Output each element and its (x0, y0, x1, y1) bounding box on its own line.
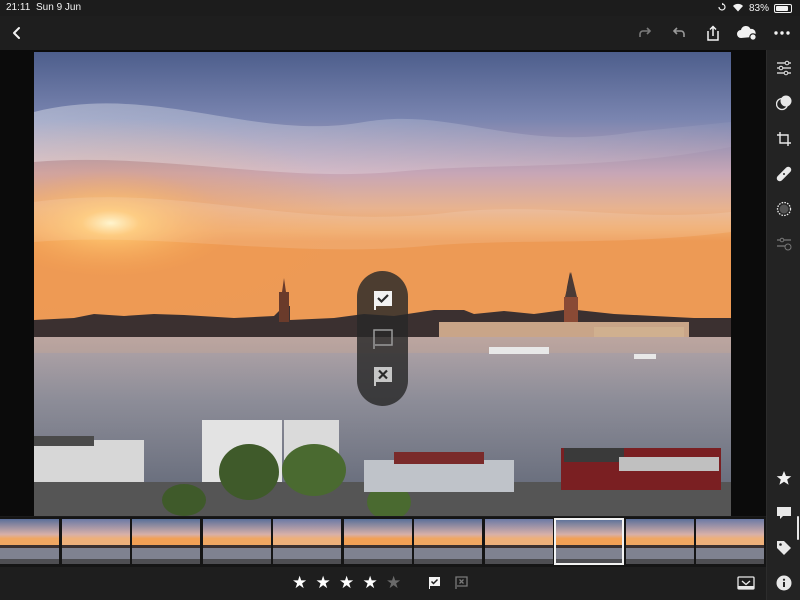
share-icon[interactable] (702, 22, 724, 44)
rating-star-icon[interactable] (773, 467, 795, 489)
star-3-icon[interactable]: ★ (339, 574, 354, 591)
wifi-icon (732, 3, 744, 15)
filmstrip (0, 517, 766, 567)
filmstrip-thumb[interactable] (484, 519, 553, 564)
undo-icon[interactable] (668, 22, 690, 44)
battery-percent: 83% (748, 3, 769, 14)
active-tool-indicator (797, 516, 799, 540)
star-1-icon[interactable]: ★ (292, 574, 307, 591)
filmstrip-thumb[interactable] (61, 519, 130, 564)
bottom-toolbar: ★ ★ ★ ★ ★ (0, 567, 766, 600)
comment-icon[interactable] (773, 502, 795, 524)
crop-icon[interactable] (773, 128, 795, 150)
filmstrip-thumb[interactable] (132, 519, 200, 564)
status-date: Sun 9 Jun (36, 2, 82, 13)
tag-icon[interactable] (773, 537, 795, 559)
filmstrip-toggle-icon[interactable] (737, 575, 755, 591)
filmstrip-thumb[interactable] (414, 519, 482, 564)
redo-icon[interactable] (634, 22, 656, 44)
status-time: 21:11 (6, 2, 31, 13)
photo-viewer[interactable] (0, 50, 766, 516)
orientation-lock-icon (717, 2, 727, 15)
star-4-icon[interactable]: ★ (363, 574, 378, 591)
unflag-icon[interactable] (370, 326, 395, 351)
edit-sliders-icon[interactable] (773, 57, 795, 79)
pick-flag-icon[interactable] (426, 575, 442, 591)
status-bar: 21:11 Sun 9 Jun 83% (0, 0, 800, 16)
more-icon[interactable] (771, 22, 793, 44)
back-icon[interactable] (6, 22, 28, 44)
versions-icon[interactable] (773, 233, 795, 255)
status-right: 83% (717, 2, 792, 15)
reject-flag-icon[interactable] (370, 363, 395, 388)
tool-panel (766, 50, 800, 600)
healing-icon[interactable] (773, 163, 795, 185)
filmstrip-thumb[interactable] (0, 519, 59, 564)
info-icon[interactable] (773, 572, 795, 594)
filmstrip-thumb[interactable] (696, 519, 764, 564)
battery-icon (774, 4, 792, 13)
reject-flag-icon[interactable] (453, 575, 469, 591)
flag-picker (357, 271, 408, 406)
presets-icon[interactable] (773, 92, 795, 114)
star-2-icon[interactable]: ★ (316, 574, 331, 591)
top-toolbar (0, 16, 800, 50)
filmstrip-thumb-selected[interactable] (554, 518, 624, 565)
filmstrip-thumb[interactable] (273, 519, 341, 564)
filmstrip-thumb[interactable] (202, 519, 271, 564)
pick-flag-icon[interactable] (370, 287, 395, 312)
star-5-icon[interactable]: ★ (386, 574, 401, 591)
filmstrip-thumb[interactable] (343, 519, 412, 564)
cloud-sync-icon[interactable] (736, 22, 758, 44)
filmstrip-thumb[interactable] (625, 519, 694, 564)
selective-icon[interactable] (773, 198, 795, 220)
